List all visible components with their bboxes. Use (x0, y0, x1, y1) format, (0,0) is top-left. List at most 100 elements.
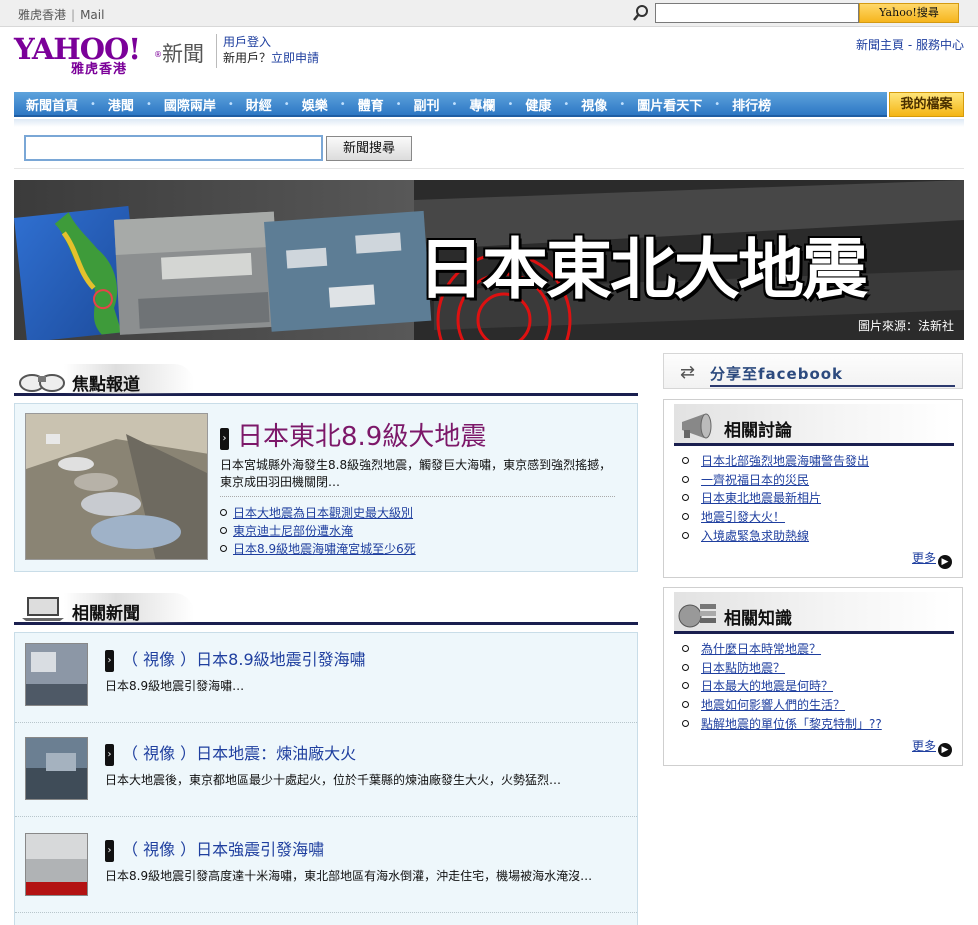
news-thumbnail[interactable] (25, 737, 88, 800)
news-home-link[interactable]: 新聞主頁 (856, 38, 904, 52)
focus-story: › 日本東北8.9級大地震 日本宮城縣外海發生8.8級強烈地震，觸發巨大海嘯，東京… (14, 403, 638, 572)
link-item[interactable]: 地震引發大火！ (682, 508, 869, 527)
nav-separator: • (145, 99, 152, 110)
news-title-text[interactable]: （ 視像 ）日本8.9級地震引發海嘯 (122, 650, 366, 669)
knowledge-more-link[interactable]: 更多 ▶ (912, 737, 952, 757)
more-arrow-icon[interactable]: ▶ (938, 743, 952, 757)
focus-description: 日本宮城縣外海發生8.8級強烈地震，觸發巨大海嘯，東京感到強烈搖撼，東京成田羽田… (220, 458, 612, 489)
earthquake-banner[interactable]: 日本東北大地震 圖片來源：法新社 (14, 180, 964, 340)
globe-books-icon (678, 604, 716, 628)
nav-item[interactable]: 視像 (581, 95, 607, 114)
nav-item[interactable]: 新聞首頁 (26, 95, 78, 114)
nav-item[interactable]: 體育 (358, 95, 384, 114)
section-name: 新聞 (162, 42, 204, 66)
related-news-heading-label: 相關新聞 (72, 604, 140, 624)
link-item[interactable]: 為什麼日本時常地震？ (682, 640, 882, 659)
nav-item[interactable]: 娛樂 (302, 95, 328, 114)
laptop-icon (22, 597, 64, 621)
focus-headline-text[interactable]: 日本東北8.9級大地震 (237, 422, 486, 452)
news-title[interactable]: › （ 視像 ）日本地震：煉油廠大火 (105, 740, 356, 766)
link-item[interactable]: 東京迪士尼部份遭水淹 (220, 522, 416, 540)
new-user-line: 新用戶？立即申請 (223, 50, 319, 66)
service-center-link[interactable]: 服務中心 (916, 38, 964, 52)
link-item[interactable]: 日本大地震為日本觀測史最大級別 (220, 504, 416, 522)
related-news-item: › （ 視像 ）日本強震引發海嘯 日本8.9級地震引發高度達十米海嘯，東北部地區有… (15, 823, 637, 913)
link-item[interactable]: 日本8.9級地震海嘯淹宮城至少6死 (220, 540, 416, 558)
news-search-bar: 新聞搜尋 (14, 127, 964, 169)
news-thumbnail[interactable] (25, 643, 88, 706)
link-item[interactable]: 一齊祝福日本的災民 (682, 471, 869, 490)
facebook-share-label[interactable]: 分享至facebook (710, 363, 843, 384)
nav-separator: • (507, 99, 514, 110)
more-arrow-icon[interactable]: ▶ (938, 555, 952, 569)
news-snippet: 日本8.9級地震引發高度達十米海嘯，東北部地區有海水倒灌，沖走住宅，機場被海水淹… (105, 869, 593, 883)
news-title-text[interactable]: （ 視像 ）日本強震引發海嘯 (122, 840, 324, 859)
my-page-button[interactable]: 我的檔案 (889, 92, 964, 117)
nav-item[interactable]: 港聞 (108, 95, 134, 114)
utility-separator: | (71, 8, 76, 22)
nav-item[interactable]: 國際兩岸 (164, 95, 216, 114)
facebook-share-box[interactable]: ⇄ 分享至facebook (663, 353, 963, 389)
search-icon[interactable] (632, 4, 650, 22)
related-news-item: › （ 視像 ）日本地震：煉油廠大火 日本大地震後，東京都地區最少十處起火，位於千… (15, 727, 637, 817)
discussion-heading: 相關討論 (674, 404, 954, 446)
discussion-more-link[interactable]: 更多 ▶ (912, 549, 952, 569)
related-discussion-box: 相關討論 日本北部強烈地震海嘯警告發出 一齊祝福日本的災民 日本東北地震最新相片 地震… (663, 399, 963, 578)
discussion-heading-label: 相關討論 (724, 421, 792, 441)
link-item[interactable]: 日本最大的地震是何時？ (682, 677, 882, 696)
banner-photo-credit: 圖片來源：法新社 (857, 319, 954, 333)
nav-item[interactable]: 圖片看天下 (637, 95, 702, 114)
link-item[interactable]: 日本點防地震？ (682, 659, 882, 678)
register-link[interactable]: 立即申請 (271, 51, 319, 65)
arrow-icon: › (105, 743, 114, 766)
link-item[interactable]: 日本東北地震最新相片 (682, 489, 869, 508)
nav-shadow (14, 119, 964, 127)
focus-section-heading: 焦點報道 (14, 362, 638, 396)
nav-separator: • (90, 99, 96, 110)
knowledge-more-label[interactable]: 更多 (912, 739, 936, 753)
nav-separator: • (227, 99, 234, 110)
nav-separator: • (283, 99, 290, 110)
nav-separator: • (619, 99, 626, 110)
discussion-more-label[interactable]: 更多 (912, 551, 936, 565)
nav-item[interactable]: 排行榜 (732, 95, 771, 114)
yahoo-search-input[interactable] (655, 3, 859, 23)
nav-item[interactable]: 專欄 (469, 95, 495, 114)
news-snippet: 日本大地震後，東京都地區最少十處起火，位於千葉縣的煉油廠發生大火，火勢猛烈… (105, 773, 562, 787)
news-search-button[interactable]: 新聞搜尋 (326, 136, 412, 161)
nav-item[interactable]: 副刊 (414, 95, 440, 114)
link-item[interactable]: 地震如何影響人們的生活？ (682, 696, 882, 715)
news-snippet: 日本8.9級地震引發海嘯… (105, 679, 245, 693)
binoculars-icon (19, 374, 65, 392)
login-link[interactable]: 用戶登入 (223, 34, 319, 50)
focus-headline[interactable]: › 日本東北8.9級大地震 (220, 416, 486, 453)
nav-separator: • (563, 99, 570, 110)
focus-heading-label: 焦點報道 (72, 375, 140, 395)
nav-item[interactable]: 健康 (525, 95, 551, 114)
knowledge-heading: 相關知識 (674, 592, 954, 634)
knowledge-link-list: 為什麼日本時常地震？ 日本點防地震？ 日本最大的地震是何時？ 地震如何影響人們的生活？… (682, 640, 882, 734)
yahoo-news-logo[interactable]: YAHOO! ® 雅虎香港 新聞 (14, 32, 214, 77)
nav-separator: • (714, 99, 721, 110)
news-search-input[interactable] (24, 135, 323, 161)
facebook-underline (710, 385, 955, 387)
related-news-heading: 相關新聞 (14, 591, 638, 625)
yahoo-search-button[interactable]: Yahoo!搜尋 (859, 3, 959, 23)
focus-photo[interactable] (25, 413, 208, 560)
top-utility-bar: 雅虎香港 | Mail Yahoo!搜尋 (0, 0, 978, 27)
news-title[interactable]: › （ 視像 ）日本8.9級地震引發海嘯 (105, 646, 366, 672)
main-nav: 新聞首頁 • 港聞 • 國際兩岸 • 財經 • 娛樂 • 體育 • 副刊 • 專欄 • 健康 • 視像 • 圖片看天下 •… (14, 92, 887, 117)
news-title-text[interactable]: （ 視像 ）日本地震：煉油廠大火 (122, 744, 356, 763)
news-title[interactable]: › （ 視像 ）日本強震引發海嘯 (105, 836, 324, 862)
link-item[interactable]: 點解地震的單位係「黎克特制」?? (682, 715, 882, 734)
utility-links: 雅虎香港 | Mail (18, 6, 104, 23)
link-item[interactable]: 日本北部強烈地震海嘯警告發出 (682, 452, 869, 471)
yahoo-hk-link[interactable]: 雅虎香港 (18, 8, 66, 22)
focus-link-list: 日本大地震為日本觀測史最大級別 東京迪士尼部份遭水淹 日本8.9級地震海嘯淹宮城至少… (220, 504, 416, 558)
mail-link[interactable]: Mail (80, 8, 104, 22)
related-news-list: › （ 視像 ）日本8.9級地震引發海嘯 日本8.9級地震引發海嘯… › （ 視像 … (14, 632, 638, 925)
logo-subtitle: 雅虎香港 (71, 62, 128, 77)
news-thumbnail[interactable] (25, 833, 88, 896)
nav-item[interactable]: 財經 (246, 95, 272, 114)
link-item[interactable]: 入境處緊急求助熱線 (682, 527, 869, 546)
